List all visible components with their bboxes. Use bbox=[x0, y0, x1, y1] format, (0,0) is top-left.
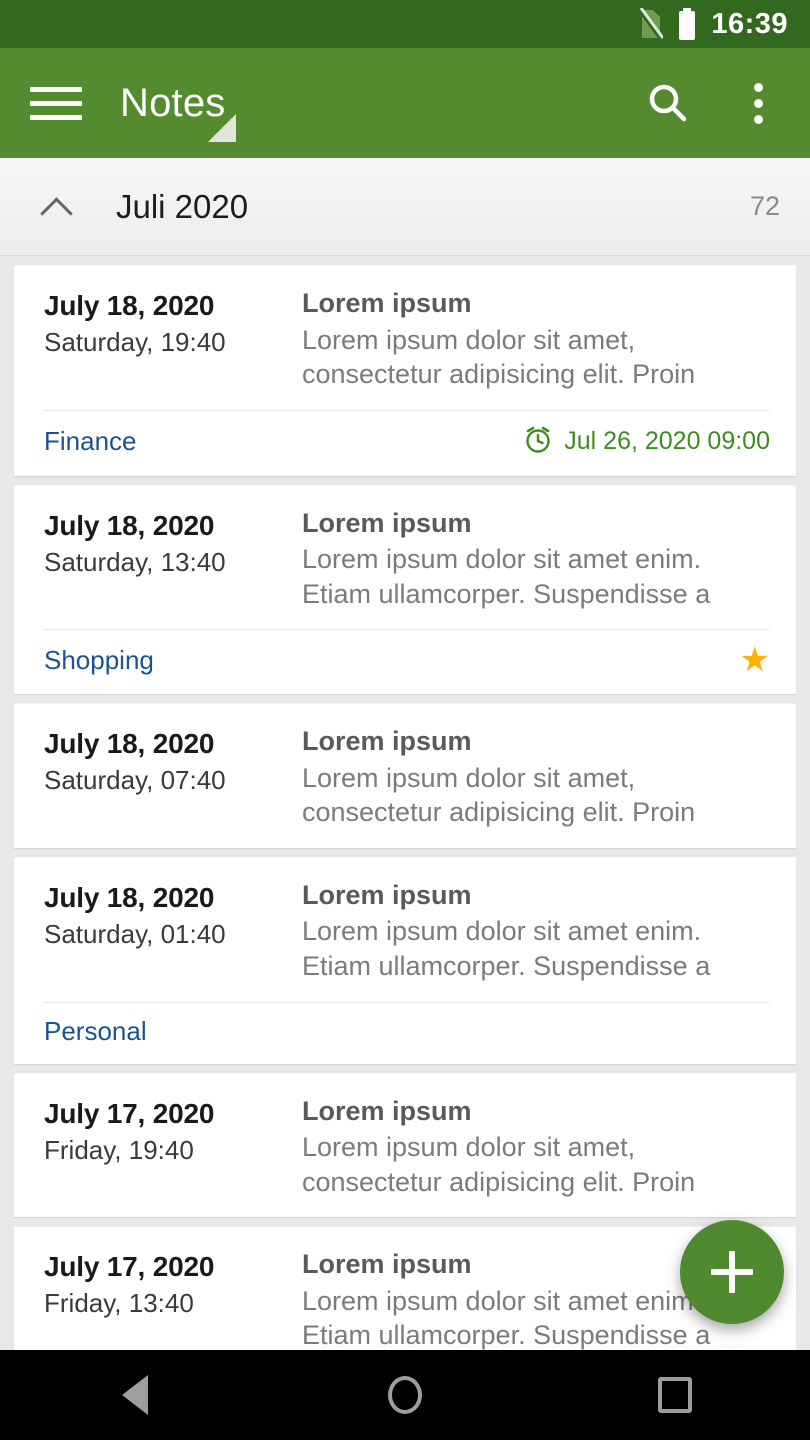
note-card-main: July 17, 2020 Friday, 13:40 Lorem ipsum … bbox=[14, 1227, 796, 1350]
note-card[interactable]: July 17, 2020 Friday, 13:40 Lorem ipsum … bbox=[14, 1226, 796, 1350]
note-card-footer: Finance Jul 26, 2020 09:00 bbox=[44, 409, 770, 476]
note-title: Lorem ipsum bbox=[302, 1095, 472, 1126]
note-date: July 18, 2020 bbox=[44, 290, 215, 321]
note-content-column: Lorem ipsum Lorem ipsum dolor sit amet e… bbox=[302, 506, 770, 612]
note-card[interactable]: July 18, 2020 Saturday, 07:40 Lorem ipsu… bbox=[14, 703, 796, 848]
note-title: Lorem ipsum bbox=[302, 726, 472, 757]
note-body: Lorem ipsum dolor sit amet, consectetur … bbox=[302, 762, 696, 828]
note-date: July 18, 2020 bbox=[44, 728, 215, 760]
note-footer-right: ★ bbox=[740, 643, 770, 677]
add-note-fab[interactable] bbox=[680, 1220, 784, 1324]
note-card-main: July 18, 2020 Saturday, 01:40 Lorem ipsu… bbox=[14, 858, 796, 1002]
overflow-menu-icon[interactable] bbox=[732, 77, 784, 129]
note-content-column: Lorem ipsum Lorem ipsum dolor sit amet, … bbox=[302, 1094, 770, 1200]
note-body: Lorem ipsum dolor sit amet, consectetur … bbox=[302, 1132, 696, 1197]
alarm-clock-icon bbox=[523, 424, 553, 459]
month-label: Juli 2020 bbox=[116, 187, 249, 225]
note-date: July 17, 2020 bbox=[44, 1097, 215, 1129]
note-title: Lorem ipsum bbox=[302, 879, 472, 910]
note-card[interactable]: July 17, 2020 Friday, 19:40 Lorem ipsum … bbox=[14, 1072, 796, 1218]
note-card[interactable]: July 18, 2020 Saturday, 19:40 Lorem ipsu… bbox=[14, 265, 796, 476]
note-daytime: Friday, 13:40 bbox=[44, 1288, 194, 1319]
note-reminder-text: Jul 26, 2020 09:00 bbox=[564, 426, 770, 455]
note-footer-right: Jul 26, 2020 09:00 bbox=[523, 424, 770, 459]
note-reminder[interactable]: Jul 26, 2020 09:00 bbox=[523, 424, 770, 459]
note-category[interactable]: Shopping bbox=[44, 645, 154, 676]
notes-list[interactable]: July 18, 2020 Saturday, 19:40 Lorem ipsu… bbox=[0, 256, 810, 1350]
note-title: Lorem ipsum bbox=[302, 507, 472, 538]
note-category[interactable]: Personal bbox=[44, 1016, 147, 1047]
note-daytime: Saturday, 07:40 bbox=[44, 765, 226, 796]
android-navigation-bar bbox=[0, 1350, 810, 1440]
note-card-main: July 18, 2020 Saturday, 13:40 Lorem ipsu… bbox=[14, 486, 796, 630]
note-category[interactable]: Finance bbox=[44, 426, 137, 457]
note-date-column: July 17, 2020 Friday, 19:40 bbox=[44, 1094, 302, 1200]
note-daytime: Saturday, 01:40 bbox=[44, 918, 226, 949]
note-date: July 17, 2020 bbox=[44, 1251, 215, 1283]
search-icon[interactable] bbox=[642, 77, 694, 129]
hamburger-menu-icon[interactable] bbox=[30, 83, 82, 123]
status-bar: 16:39 bbox=[0, 0, 810, 48]
home-icon[interactable] bbox=[345, 1350, 465, 1440]
app-toolbar: Notes bbox=[0, 48, 810, 158]
note-card-main: July 18, 2020 Saturday, 19:40 Lorem ipsu… bbox=[14, 266, 796, 410]
back-icon[interactable] bbox=[75, 1350, 195, 1440]
note-title: Lorem ipsum bbox=[302, 288, 472, 318]
note-content-column: Lorem ipsum Lorem ipsum dolor sit amet e… bbox=[302, 878, 770, 984]
note-daytime: Saturday, 13:40 bbox=[44, 546, 226, 577]
battery-icon bbox=[677, 8, 697, 40]
chevron-up-icon[interactable] bbox=[40, 190, 74, 224]
recents-icon[interactable] bbox=[615, 1350, 735, 1440]
note-card-main: July 17, 2020 Friday, 19:40 Lorem ipsum … bbox=[14, 1074, 796, 1218]
status-bar-clock: 16:39 bbox=[711, 7, 788, 40]
note-content-column: Lorem ipsum Lorem ipsum dolor sit amet, … bbox=[302, 286, 770, 392]
phone-screen: 16:39 Notes Juli 2020 72 July 18, 2020 S… bbox=[0, 0, 810, 1440]
month-group-header[interactable]: Juli 2020 72 bbox=[0, 158, 810, 256]
note-date-column: July 18, 2020 Saturday, 07:40 bbox=[44, 724, 302, 830]
month-note-count: 72 bbox=[749, 191, 780, 221]
resize-handle-icon bbox=[208, 114, 236, 142]
note-card-main: July 18, 2020 Saturday, 07:40 Lorem ipsu… bbox=[14, 704, 796, 848]
note-date: July 18, 2020 bbox=[44, 509, 215, 541]
note-card[interactable]: July 18, 2020 Saturday, 13:40 Lorem ipsu… bbox=[14, 484, 796, 695]
note-date: July 18, 2020 bbox=[44, 881, 215, 913]
note-date-column: July 18, 2020 Saturday, 01:40 bbox=[44, 878, 302, 984]
note-body: Lorem ipsum dolor sit amet enim. Etiam u… bbox=[302, 916, 711, 982]
toolbar-actions bbox=[642, 77, 784, 129]
note-date-column: July 18, 2020 Saturday, 13:40 bbox=[44, 506, 302, 612]
no-sim-icon bbox=[637, 8, 664, 40]
star-icon[interactable]: ★ bbox=[740, 643, 770, 677]
note-daytime: Saturday, 19:40 bbox=[44, 327, 226, 357]
note-date-column: July 17, 2020 Friday, 13:40 bbox=[44, 1247, 302, 1350]
note-body: Lorem ipsum dolor sit amet enim. Etiam u… bbox=[302, 544, 711, 609]
note-date-column: July 18, 2020 Saturday, 19:40 bbox=[44, 286, 302, 392]
note-daytime: Friday, 19:40 bbox=[44, 1134, 194, 1165]
note-card-footer: Personal bbox=[44, 1001, 770, 1064]
note-card-footer: Shopping ★ bbox=[44, 629, 770, 694]
note-card[interactable]: July 18, 2020 Saturday, 01:40 Lorem ipsu… bbox=[14, 856, 796, 1064]
note-content-column: Lorem ipsum Lorem ipsum dolor sit amet, … bbox=[302, 724, 770, 830]
note-body: Lorem ipsum dolor sit amet, consectetur … bbox=[302, 324, 696, 390]
